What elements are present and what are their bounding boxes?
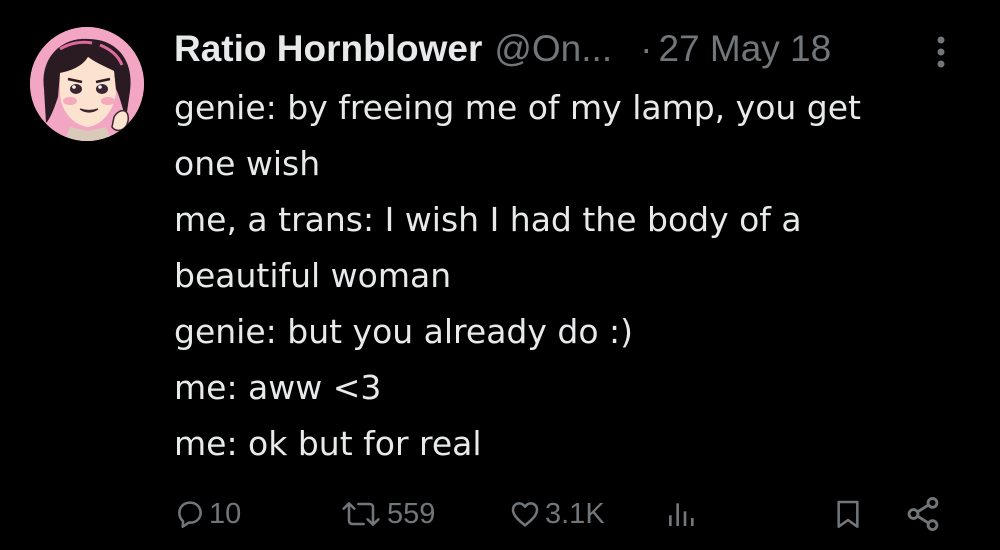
bookmark-button[interactable] (832, 486, 864, 542)
author-handle[interactable]: @On... (494, 28, 612, 70)
bookmark-icon (837, 500, 859, 528)
tweet-date[interactable]: 27 May 18 (658, 28, 831, 70)
action-bar: 10 559 3.1K (0, 486, 1000, 542)
tweet-text-line: genie: by freeing me of my lamp, you get (174, 88, 861, 127)
tweet-text-line: one wish (174, 144, 321, 183)
reply-button[interactable]: 10 (174, 486, 241, 542)
avatar-illustration (30, 27, 144, 141)
views-chart-icon (669, 503, 694, 526)
more-vertical-icon (937, 36, 945, 68)
tweet-text: genie: by freeing me of my lamp, you get… (174, 80, 964, 472)
reply-icon (178, 501, 202, 528)
share-button[interactable] (904, 486, 942, 542)
tweet-text-line: beautiful woman (174, 256, 452, 295)
share-icon (907, 497, 939, 531)
tweet-text-line: me, a trans: I wish I had the body of a (174, 200, 802, 239)
tweet-text-line: genie: but you already do :) (174, 312, 634, 351)
retweet-count: 559 (387, 497, 436, 530)
avatar[interactable] (30, 27, 144, 141)
retweet-button[interactable]: 559 (338, 486, 435, 542)
retweet-icon (342, 502, 380, 526)
heart-icon (511, 502, 539, 527)
like-button[interactable]: 3.1K (508, 486, 605, 542)
tweet-card: Ratio Hornblower @On... · 27 May 18 geni… (0, 0, 1000, 550)
more-options-button[interactable] (926, 30, 956, 74)
tweet-text-line: me: aww <3 (174, 368, 382, 407)
like-count: 3.1K (545, 497, 605, 530)
tweet-text-line: me: ok but for real (174, 424, 482, 463)
tweet-header: Ratio Hornblower @On... · 27 May 18 (174, 26, 831, 72)
header-separator: · (640, 28, 653, 69)
reply-count: 10 (209, 497, 242, 530)
views-button[interactable] (664, 486, 698, 542)
author-display-name[interactable]: Ratio Hornblower (174, 28, 482, 70)
